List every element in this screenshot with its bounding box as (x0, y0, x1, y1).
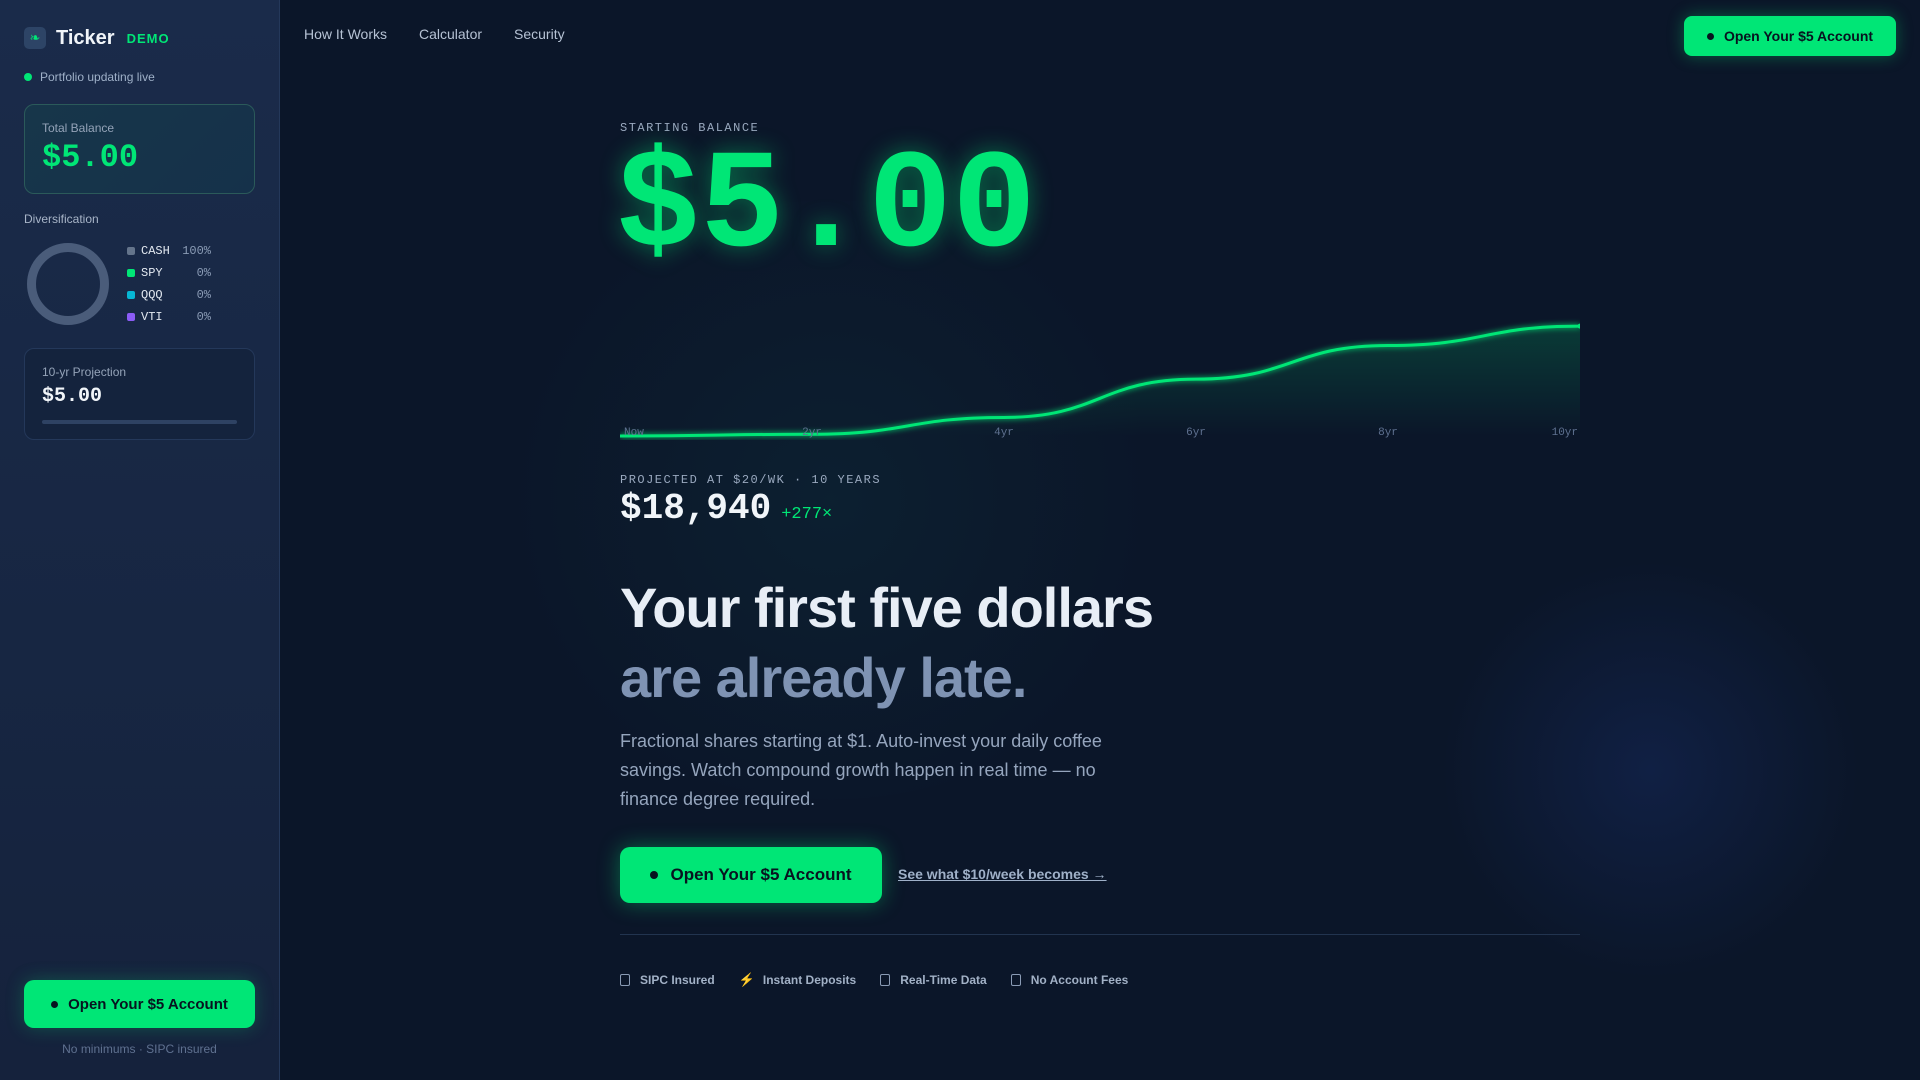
badge-label: No Account Fees (1030, 973, 1129, 987)
allocation-donut-chart (27, 243, 109, 325)
sidebar: ❧ Ticker DEMO Portfolio updating live To… (0, 0, 280, 1080)
diversification-panel: CASH 100% SPY 0% QQQ 0% VTI 0% (24, 240, 255, 328)
growth-projection-chart: Now 2yr 4yr 6yr 8yr 10yr (620, 323, 1580, 439)
top-nav: How It Works Calculator Security (304, 26, 597, 42)
headline-line-2: are already late. (620, 646, 1027, 709)
total-balance-card: Total Balance $5.00 (24, 104, 255, 194)
legend-swatch (127, 291, 135, 299)
total-balance-label: Total Balance (42, 121, 115, 135)
projected-value: $18,940 (620, 488, 772, 529)
badge-real-time-data: Real-Time Data (880, 972, 987, 988)
trust-badges: SIPC Insured ⚡ Instant Deposits Real-Tim… (620, 972, 1152, 988)
header-cta-label: Open Your $5 Account (1723, 28, 1874, 44)
demo-badge: DEMO (126, 30, 170, 46)
sidebar-open-account-button[interactable]: Open Your $5 Account (24, 980, 255, 1028)
live-status-text: Portfolio updating live (40, 70, 155, 84)
hero-cta-label: Open Your $5 Account (670, 865, 852, 884)
projected-multiplier: +277× (781, 505, 833, 524)
chart-icon (880, 974, 891, 986)
x-tick-label: Now (624, 427, 644, 439)
legend-swatch (127, 313, 135, 321)
projection-caption: PROJECTED AT $20/WK · 10 YEARS (620, 473, 882, 487)
nav-calculator[interactable]: Calculator (419, 26, 482, 42)
divider (620, 934, 1580, 935)
nav-security[interactable]: Security (514, 26, 565, 42)
projection-card: 10-yr Projection $5.00 (24, 348, 255, 440)
allocation-percent: 0% (196, 288, 211, 302)
brand-name: Ticker (56, 26, 115, 49)
headline-line-1: Your first five dollars (620, 576, 1154, 639)
hero-subtext: Fractional shares starting at $1. Auto-i… (620, 731, 1102, 809)
allocation-legend: CASH 100% SPY 0% QQQ 0% VTI 0% (127, 240, 211, 328)
badge-instant-deposits: ⚡ Instant Deposits (739, 972, 857, 988)
see-weekly-growth-link[interactable]: See what $10/week becomes → (898, 866, 1107, 882)
badge-no-fees: No Account Fees (1010, 972, 1129, 988)
allocation-item-spy: SPY 0% (127, 262, 211, 284)
projection-row: $18,940 +277× (620, 488, 832, 529)
live-status: Portfolio updating live (24, 70, 255, 84)
projection-progress-bar (42, 420, 237, 424)
allocation-item-vti: VTI 0% (127, 306, 211, 328)
badge-label: Instant Deposits (762, 973, 857, 987)
allocation-percent: 100% (182, 244, 211, 258)
allocation-item-cash: CASH 100% (127, 240, 211, 262)
allocation-percent: 0% (196, 310, 211, 324)
badge-label: Real-Time Data (900, 973, 987, 987)
sidebar-cta-label: Open Your $5 Account (68, 995, 228, 1013)
x-tick-label: 10yr (1552, 427, 1578, 439)
nav-how-it-works[interactable]: How It Works (304, 26, 387, 42)
button-dot-icon (1706, 32, 1714, 40)
x-tick-label: 2yr (802, 427, 822, 439)
live-dot-icon (24, 73, 32, 81)
hero-open-account-button[interactable]: Open Your $5 Account (620, 847, 882, 903)
diversification-title: Diversification (24, 212, 99, 226)
allocation-item-qqq: QQQ 0% (127, 284, 211, 306)
allocation-ticker: CASH (141, 244, 170, 258)
allocation-percent: 0% (196, 266, 211, 280)
allocation-ticker: VTI (141, 310, 163, 324)
sidebar-cta-note: No minimums · SIPC insured (62, 1042, 217, 1056)
tag-icon (1010, 974, 1021, 986)
legend-swatch (127, 269, 135, 277)
x-tick-label: 8yr (1378, 427, 1398, 439)
badge-label: SIPC Insured (640, 973, 715, 987)
header-open-account-button[interactable]: Open Your $5 Account (1684, 16, 1896, 56)
badge-sipc: SIPC Insured (620, 972, 715, 988)
x-tick-label: 4yr (994, 427, 1014, 439)
button-dot-icon (650, 871, 659, 879)
allocation-ticker: QQQ (141, 288, 163, 302)
background-glow (1440, 560, 1860, 980)
shield-icon (620, 974, 630, 986)
legend-swatch (127, 247, 135, 255)
leaf-icon: ❧ (24, 27, 46, 49)
projection-label: 10-yr Projection (42, 365, 127, 379)
button-dot-icon (51, 1000, 59, 1008)
brand: ❧ Ticker DEMO (24, 24, 255, 52)
lightning-icon: ⚡ (738, 972, 755, 987)
starting-balance-value: $5.00 (616, 129, 1037, 288)
x-tick-label: 6yr (1186, 427, 1206, 439)
projection-value: $5.00 (42, 385, 103, 408)
total-balance-value: $5.00 (42, 139, 139, 176)
allocation-ticker: SPY (141, 266, 163, 280)
